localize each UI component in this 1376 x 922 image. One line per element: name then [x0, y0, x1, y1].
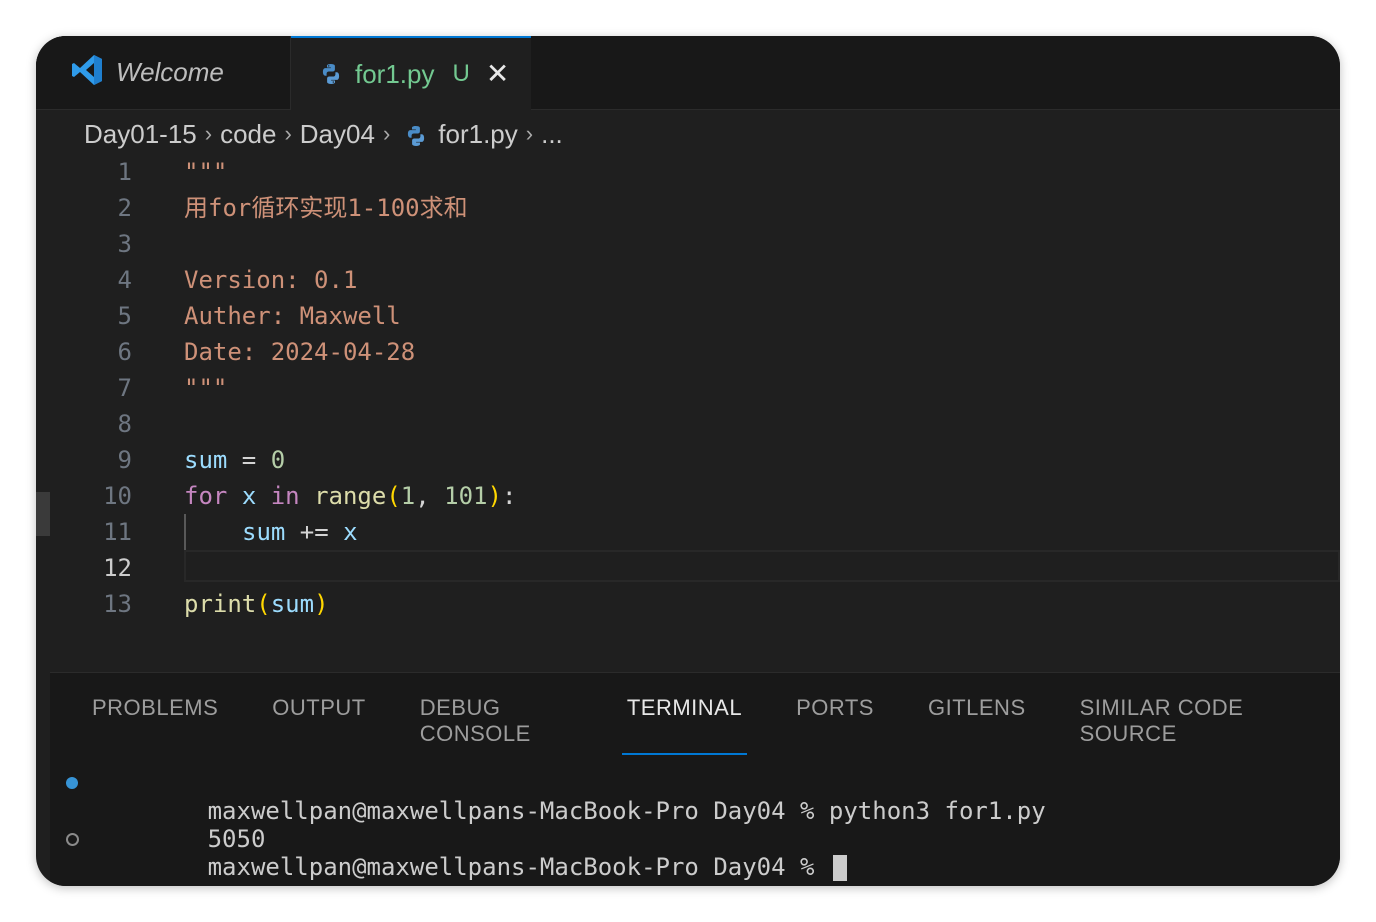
chevron-right-icon: ›: [525, 121, 534, 146]
line-number: 4: [117, 266, 132, 294]
terminal-cursor: [832, 855, 847, 881]
token-bracket: (: [256, 590, 271, 618]
tab-debug-console[interactable]: DEBUG CONSOLE: [420, 693, 578, 755]
token-function: print: [184, 590, 257, 618]
code-line: 13 print(sum): [36, 586, 1340, 622]
vscode-logo-icon: [70, 53, 104, 92]
breadcrumb-item-code[interactable]: code: [220, 119, 276, 150]
breadcrumb-item-day01-15[interactable]: Day01-15: [84, 119, 197, 150]
tab-problems[interactable]: PROBLEMS: [92, 693, 223, 755]
chevron-right-icon: ›: [284, 121, 292, 146]
tab-welcome[interactable]: Welcome: [36, 36, 291, 109]
token-bracket: (: [386, 482, 401, 510]
panel-tabs: PROBLEMS OUTPUT DEBUG CONSOLE TERMINAL P…: [92, 693, 1340, 755]
tab-for1-py[interactable]: for1.py U ✕: [291, 36, 531, 110]
line-number: 6: [117, 338, 132, 366]
line-number: 9: [117, 446, 132, 474]
token-variable: x: [241, 482, 257, 510]
line-number: 11: [103, 518, 132, 546]
line-number: 7: [117, 374, 132, 402]
line-number: 13: [103, 590, 132, 618]
tab-output[interactable]: OUTPUT: [272, 693, 370, 755]
token-bracket: ): [314, 590, 329, 618]
breadcrumb-item-for1-py[interactable]: for1.py: [438, 119, 518, 150]
terminal[interactable]: maxwellpan@maxwellpans-MacBook-Pro Day04…: [66, 769, 1046, 881]
terminal-line: maxwellpan@maxwellpans-MacBook-Pro Day04…: [66, 769, 1046, 825]
line-number: 12: [103, 554, 132, 582]
line-number: 2: [117, 194, 132, 222]
terminal-prompt: maxwellpan@maxwellpans-MacBook-Pro Day04…: [207, 853, 829, 881]
untracked-badge: U: [452, 60, 470, 87]
code-line: 5 Auther: Maxwell: [36, 298, 1340, 334]
code-line: 4 Version: 0.1: [36, 262, 1340, 298]
token-keyword: in: [270, 482, 300, 510]
token-variable: x: [343, 518, 358, 546]
token-operator: +=: [285, 518, 344, 546]
token-punct: ,: [415, 482, 445, 510]
code-line: 10 for x in range(1, 101):: [36, 478, 1340, 514]
breadcrumb-item-symbols[interactable]: ...: [541, 119, 563, 150]
code-text: 用for循环实现1-100求和: [184, 194, 468, 222]
code-editor[interactable]: 1 """ 2 用for循环实现1-100求和 3 4 Version: 0.1…: [36, 154, 1340, 672]
token-function: range: [314, 482, 387, 510]
token-variable: sum: [270, 590, 315, 618]
token-keyword: for: [184, 482, 228, 510]
line-number: 3: [117, 230, 132, 258]
code-line: 8: [36, 406, 1340, 442]
code-text: sum += x: [242, 514, 358, 550]
python-icon: [319, 62, 343, 86]
token-variable: sum: [184, 446, 228, 474]
line-number: 10: [103, 482, 132, 510]
terminal-line: maxwellpan@maxwellpans-MacBook-Pro Day04…: [66, 825, 1046, 881]
code-line: 2 用for循环实现1-100求和: [36, 190, 1340, 226]
token-number: 1: [400, 482, 416, 510]
close-icon[interactable]: ✕: [486, 60, 509, 88]
code-text: """: [184, 158, 228, 186]
code-line-current: 12: [36, 550, 1340, 586]
code-text: for x in range(1, 101):: [184, 478, 516, 514]
chevron-right-icon: ›: [382, 121, 391, 146]
breadcrumb: Day01-15 › code › Day04 › for1.py › ...: [84, 116, 563, 152]
chevron-right-icon: ›: [204, 121, 213, 146]
token-number: 0: [270, 446, 286, 474]
python-icon: [404, 119, 428, 150]
token-punct: :: [501, 482, 517, 510]
code-line: 3: [36, 226, 1340, 262]
code-text: Date: 2024-04-28: [184, 338, 416, 366]
code-text: """: [184, 374, 228, 402]
breadcrumb-item-day04[interactable]: Day04: [300, 119, 375, 150]
tab-similar-code-source[interactable]: SIMILAR CODE SOURCE: [1080, 693, 1291, 755]
line-number: 8: [117, 410, 132, 438]
code-text: Version: 0.1: [184, 266, 358, 294]
line-number: 1: [117, 158, 132, 186]
token-bracket: ): [487, 482, 502, 510]
code-line: 1 """: [36, 154, 1340, 190]
code-text: Auther: Maxwell: [184, 302, 401, 330]
code-line: 7 """: [36, 370, 1340, 406]
code-line: 9 sum = 0: [36, 442, 1340, 478]
tab-terminal[interactable]: TERMINAL: [621, 693, 748, 755]
code-line: 11 sum += x: [36, 514, 1340, 550]
bottom-panel: PROBLEMS OUTPUT DEBUG CONSOLE TERMINAL P…: [50, 672, 1340, 886]
tab-for1-label: for1.py: [355, 58, 435, 89]
token-operator: =: [227, 446, 271, 474]
vscode-window: Welcome for1.py U ✕ Day01-15 › code › Da…: [36, 36, 1340, 886]
terminal-line: 5050: [66, 797, 1046, 853]
editor-tab-bar: Welcome for1.py U ✕: [36, 36, 1340, 110]
tab-ports[interactable]: PORTS: [796, 693, 879, 755]
token-number: 101: [444, 482, 488, 510]
code-text: print(sum): [184, 586, 329, 622]
tab-welcome-label: Welcome: [116, 57, 224, 87]
line-number: 5: [117, 302, 132, 330]
tab-gitlens[interactable]: GITLENS: [928, 693, 1031, 755]
command-success-icon[interactable]: [66, 777, 78, 789]
token-variable: sum: [242, 518, 286, 546]
code-line: 6 Date: 2024-04-28: [36, 334, 1340, 370]
command-pending-icon[interactable]: [66, 833, 79, 846]
code-text: sum = 0: [184, 442, 285, 478]
